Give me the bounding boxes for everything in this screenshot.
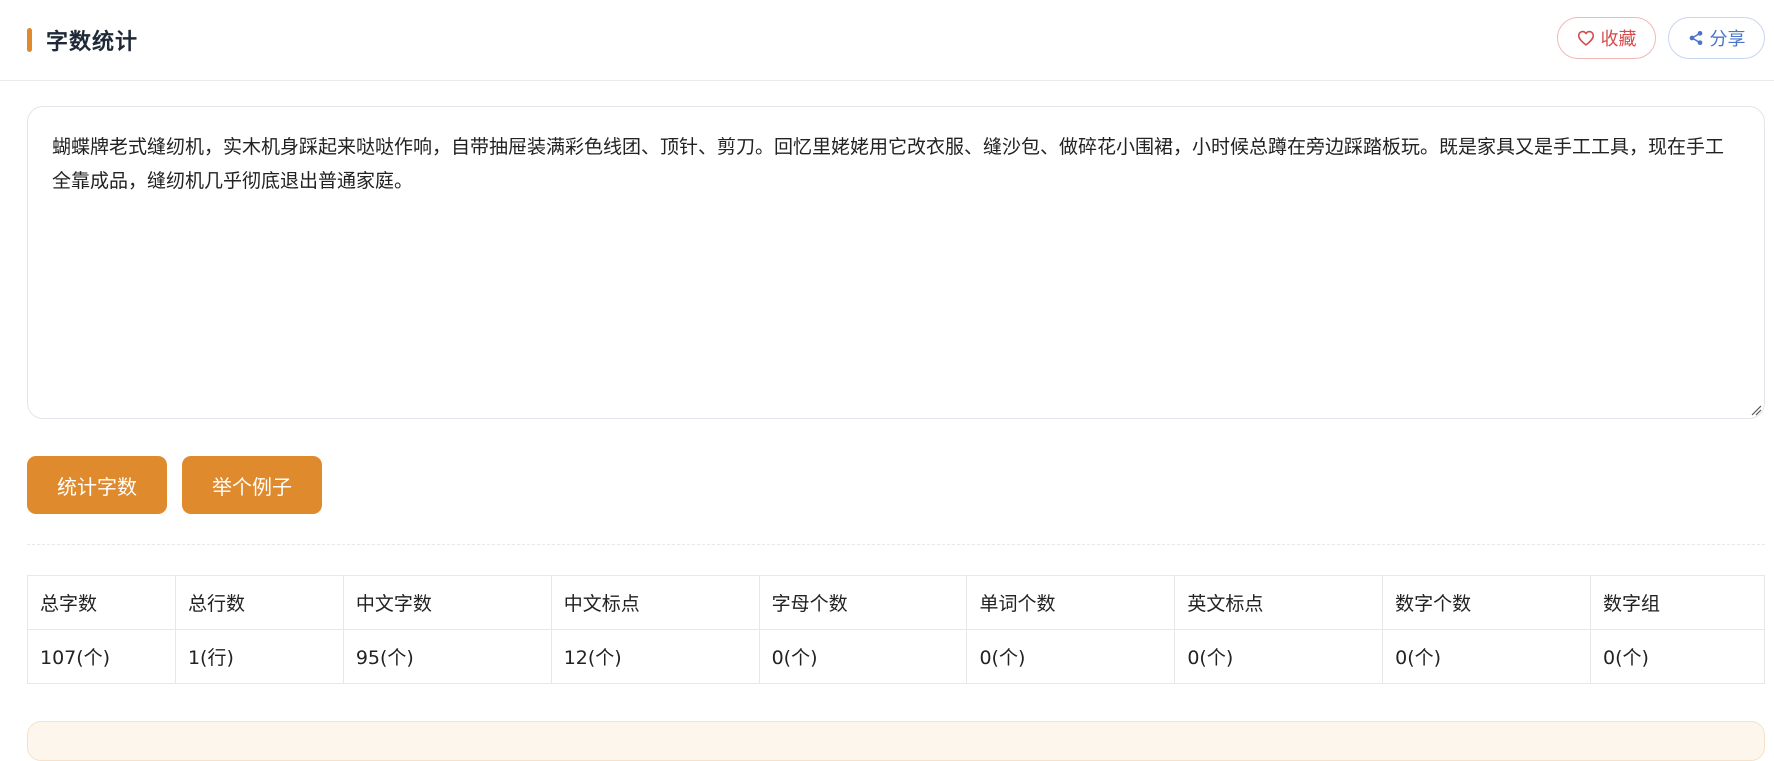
stats-header-cell: 字母个数 <box>758 575 968 630</box>
resize-handle-icon[interactable] <box>1750 404 1762 416</box>
page-title: 字数统计 <box>46 30 139 55</box>
stats-value-cell: 1(行) <box>174 629 344 684</box>
title-wrap: 字数统计 <box>27 24 138 56</box>
stats-value-cell: 12(个) <box>550 629 760 684</box>
stats-value-cell: 0(个) <box>1590 629 1765 684</box>
stats-value-cell: 0(个) <box>1382 629 1592 684</box>
stats-value-cell: 0(个) <box>758 629 968 684</box>
text-input[interactable]: 蝴蝶牌老式缝纫机，实木机身踩起来哒哒作响，自带抽屉装满彩色线团、顶针、剪刀。回忆… <box>27 106 1765 419</box>
heart-icon <box>1577 30 1594 46</box>
notice-panel <box>27 721 1765 761</box>
stats-header-cell: 总字数 <box>27 575 176 630</box>
stats-header-cell: 总行数 <box>174 575 344 630</box>
stats-value-row: 107(个) 1(行) 95(个) 12(个) 0(个) 0(个) 0(个) 0… <box>27 629 1765 684</box>
section-divider <box>27 544 1765 545</box>
favorite-label: 收藏 <box>1600 29 1637 50</box>
stats-value-cell: 0(个) <box>1174 629 1384 684</box>
example-button[interactable]: 举个例子 <box>182 456 322 514</box>
stats-header-cell: 英文标点 <box>1174 575 1384 630</box>
stats-header-cell: 中文标点 <box>550 575 760 630</box>
page-header: 字数统计 收藏 分享 <box>0 0 1774 81</box>
stats-value-cell: 95(个) <box>342 629 552 684</box>
stats-header-cell: 数字个数 <box>1382 575 1592 630</box>
share-button[interactable]: 分享 <box>1668 17 1765 59</box>
favorite-button[interactable]: 收藏 <box>1557 17 1656 59</box>
share-label: 分享 <box>1709 29 1746 50</box>
title-accent-bar <box>27 28 32 52</box>
stats-table: 总字数 总行数 中文字数 中文标点 字母个数 单词个数 英文标点 数字个数 数字… <box>27 575 1765 684</box>
stats-header-cell: 中文字数 <box>342 575 552 630</box>
stats-value-cell: 107(个) <box>27 629 176 684</box>
stats-header-row: 总字数 总行数 中文字数 中文标点 字母个数 单词个数 英文标点 数字个数 数字… <box>27 575 1765 630</box>
stats-header-cell: 数字组 <box>1590 575 1765 630</box>
stats-header-cell: 单词个数 <box>966 575 1176 630</box>
share-icon <box>1689 31 1702 45</box>
stats-value-cell: 0(个) <box>966 629 1176 684</box>
count-words-button[interactable]: 统计字数 <box>27 456 167 514</box>
